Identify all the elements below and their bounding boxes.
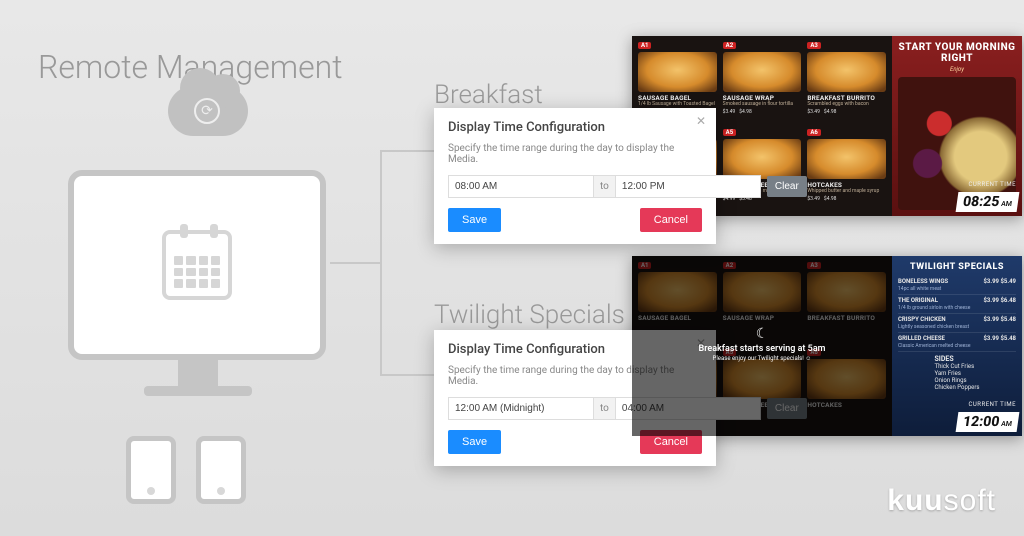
food-image [807,272,886,312]
time-to-input[interactable] [615,397,761,420]
hero-food-image [898,77,1016,210]
menu-item: A3 BREAKFAST BURRITO Scrambled eggs with… [805,40,888,125]
item-name: HOTCAKES [807,401,886,409]
clock-label: CURRENT TIME [969,401,1017,408]
list-item: GRILLED CHEESEClassic American melted ch… [898,333,1016,352]
section-label-twilight: Twilight Specials [434,300,625,330]
food-image [723,52,802,92]
sync-icon: ⟳ [194,98,220,124]
clock-label: CURRENT TIME [969,181,1017,188]
clock: 08:25AM [955,192,1019,212]
sides-list: SIDES Thick Cut Fries Yam Fries Onion Ri… [935,355,980,391]
cancel-button[interactable]: Cancel [640,208,702,232]
to-label: to [594,175,615,198]
list-item: THE ORIGINAL1/4 lb ground sirloin with c… [898,295,1016,314]
item-tag: A3 [807,262,820,269]
item-prices: $3.49$4.98 [807,109,886,115]
dialog-subtitle: Specify the time range during the day to… [448,365,702,387]
item-tag: A1 [638,42,651,49]
item-tag: A5 [723,129,736,136]
item-tag: A6 [807,129,820,136]
save-button[interactable]: Save [448,208,501,232]
item-name: BREAKFAST BURRITO [807,314,886,322]
side-panel-title: TWILIGHT SPECIALS [910,262,1004,272]
side-panel: TWILIGHT SPECIALS BONELESS WINGS14pc all… [892,256,1022,436]
tablet-icon [126,436,176,504]
connector-line [380,374,434,376]
banner-line-1: Breakfast starts serving at 5am [632,344,892,354]
list-item: CRISPY CHICKENLightly seasoned chicken b… [898,314,1016,333]
connector-line [330,262,380,264]
calendar-icon [162,230,232,300]
item-tag: A2 [723,262,736,269]
item-prices: $3.49$4.98 [723,109,802,115]
food-image [723,139,802,179]
menu-item: A6 HOTCAKES Whipped butter and maple syr… [805,127,888,212]
time-from-input[interactable] [448,175,594,198]
enjoy-label: Enjoy [950,66,964,73]
moon-icon: ☾ [632,326,892,342]
menu-item: A2 SAUSAGE WRAP Smoked sausage in flour … [721,40,804,125]
clear-button[interactable]: Clear [767,176,807,197]
tablet-icon [196,436,246,504]
time-range-row: to Clear [448,397,702,420]
banner-line-2: Please enjoy our Twilight specials! ☺ [632,355,892,362]
clear-button[interactable]: Clear [767,398,807,419]
clock: 12:00AM [955,412,1019,432]
monitor-icon [68,170,326,360]
monitor-stand-icon [178,358,218,388]
side-panel: START YOUR MORNING RIGHT Enjoy CURRENT T… [892,36,1022,216]
save-button[interactable]: Save [448,430,501,454]
twilight-specials-list: BONELESS WINGS14pc all white meat$3.99 $… [898,276,1016,352]
item-desc: Smoked sausage in flour tortilla [723,102,802,108]
dim-overlay-banner: ☾ Breakfast starts serving at 5am Please… [632,326,892,362]
food-image [807,359,886,399]
food-image [638,272,717,312]
time-range-row: to Clear [448,175,702,198]
connector-line [380,150,434,152]
food-image [807,52,886,92]
brand-logo: kuusoft [887,484,996,518]
item-tag: A3 [807,42,820,49]
to-label: to [594,397,615,420]
item-desc: Scrambled eggs with bacon [807,102,886,108]
list-item: BONELESS WINGS14pc all white meat$3.99 $… [898,276,1016,295]
item-name: SAUSAGE BAGEL [638,314,717,322]
food-image [723,272,802,312]
item-name: SAUSAGE WRAP [723,314,802,322]
time-config-dialog-breakfast: ✕ Display Time Configuration Specify the… [434,108,716,244]
item-tag: A1 [638,262,651,269]
food-image [638,52,717,92]
item-tag: A2 [723,42,736,49]
side-panel-title: START YOUR MORNING RIGHT [898,42,1016,64]
item-desc: 1/4 lb Sausage with Toasted Bagel [638,102,717,108]
connector-line [380,150,382,374]
cancel-button[interactable]: Cancel [640,430,702,454]
time-from-input[interactable] [448,397,594,420]
food-image [723,359,802,399]
section-label-breakfast: Breakfast [434,80,543,110]
close-icon[interactable]: ✕ [696,114,706,128]
item-desc: Whipped butter and maple syrup [807,189,886,195]
time-to-input[interactable] [615,175,761,198]
monitor-base-icon [144,386,252,396]
food-image [807,139,886,179]
item-prices: $3.49$4.98 [807,196,886,202]
menu-item: A5 GRILLED CHEESE Classic American melte… [721,127,804,212]
dialog-subtitle: Specify the time range during the day to… [448,143,702,165]
dialog-title: Display Time Configuration [448,120,702,135]
